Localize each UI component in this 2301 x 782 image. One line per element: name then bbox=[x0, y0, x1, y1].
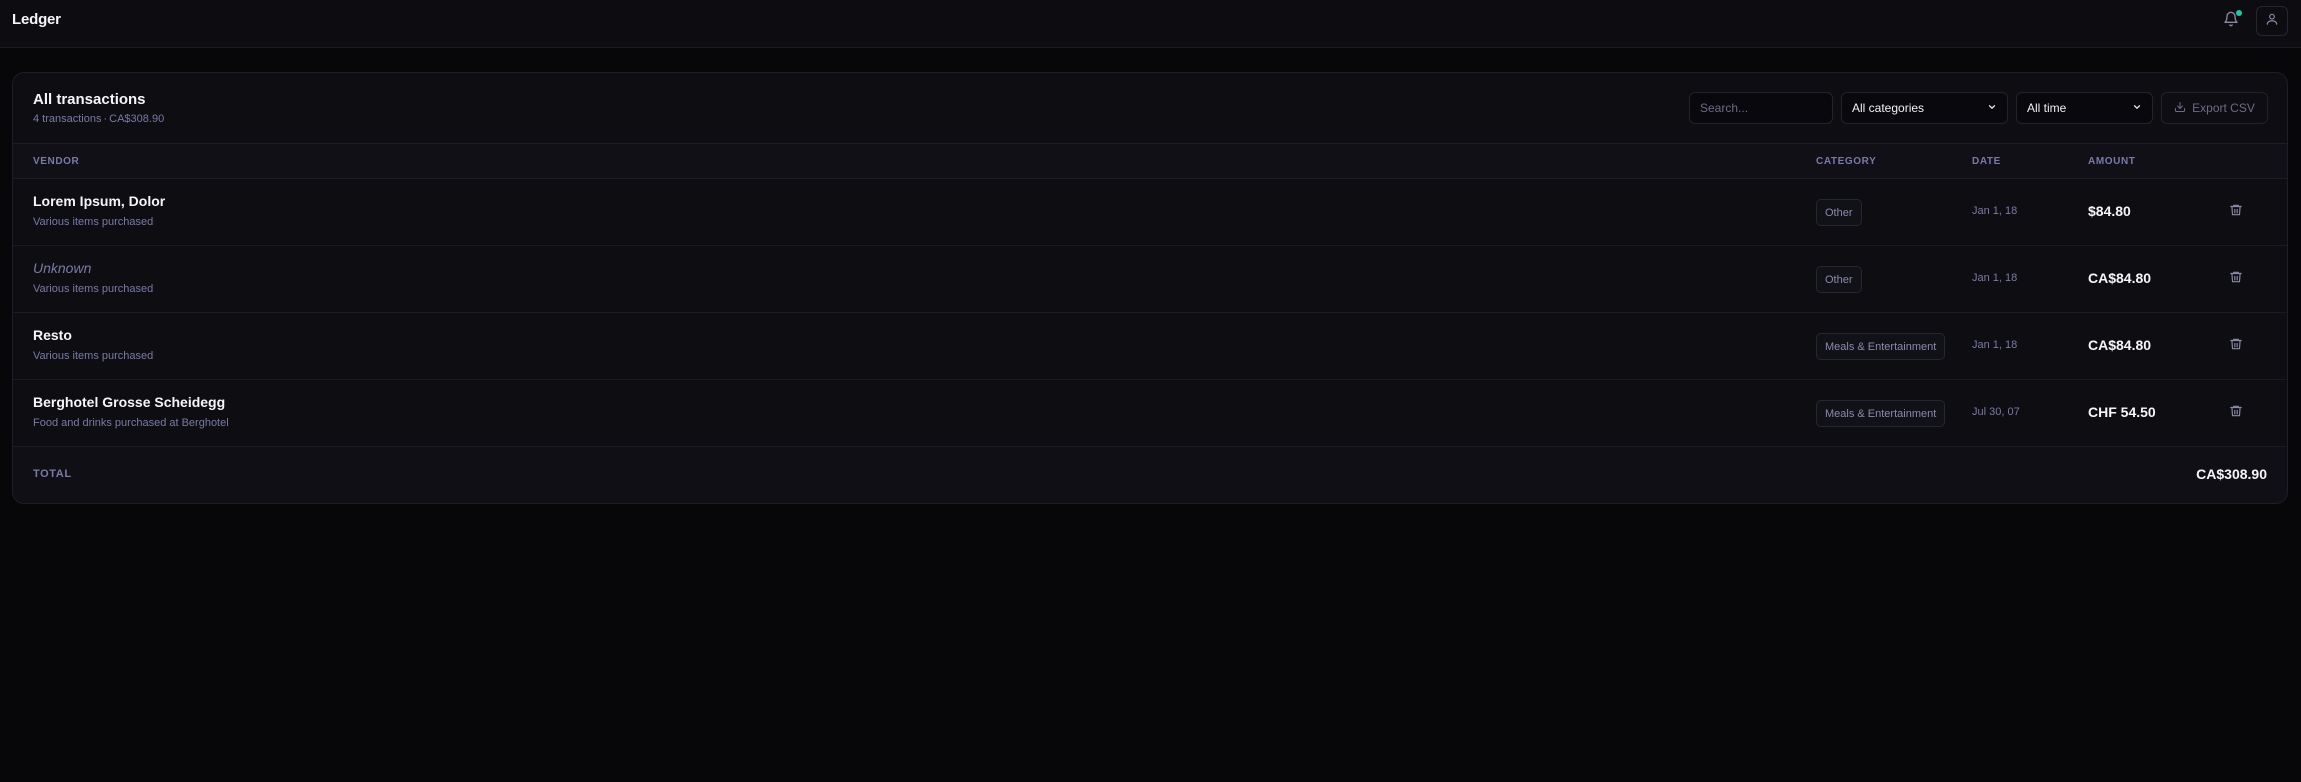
transaction-date: Jul 30, 07 bbox=[1972, 406, 2020, 418]
export-csv-button[interactable]: Export CSV bbox=[2161, 92, 2268, 124]
table-row[interactable]: Berghotel Grosse Scheidegg Food and drin… bbox=[13, 380, 2287, 447]
search-input[interactable] bbox=[1689, 92, 1833, 124]
vendor-name: Resto bbox=[33, 327, 72, 343]
vendor-name: Unknown bbox=[33, 260, 92, 276]
total-value: CA$308.90 bbox=[2196, 466, 2267, 482]
vendor-description: Various items purchased bbox=[33, 216, 154, 228]
table-header: VENDOR CATEGORY DATE AMOUNT bbox=[13, 143, 2287, 179]
trash-icon bbox=[2229, 203, 2243, 222]
transaction-amount: $84.80 bbox=[2088, 203, 2131, 219]
category-filter-value: All categories bbox=[1852, 101, 1925, 115]
trash-icon bbox=[2229, 270, 2243, 289]
notifications-button[interactable] bbox=[2215, 6, 2247, 36]
transaction-amount: CA$84.80 bbox=[2088, 337, 2152, 353]
user-icon bbox=[2265, 12, 2279, 31]
panel-title: All transactions bbox=[33, 91, 146, 108]
category-badge: Other bbox=[1816, 199, 1862, 226]
transaction-count: 4 transactions bbox=[33, 113, 102, 125]
chevron-down-icon bbox=[2132, 101, 2142, 115]
delete-button[interactable] bbox=[2227, 270, 2245, 288]
category-badge: Other bbox=[1816, 266, 1862, 293]
time-filter-value: All time bbox=[2027, 101, 2067, 115]
delete-button[interactable] bbox=[2227, 337, 2245, 355]
total-label: TOTAL bbox=[33, 468, 72, 480]
column-header-amount[interactable]: AMOUNT bbox=[2088, 156, 2135, 167]
transaction-date: Jan 1, 18 bbox=[1972, 272, 2018, 284]
transaction-date: Jan 1, 18 bbox=[1972, 205, 2018, 217]
transactions-panel: All transactions 4 transactions · CA$308.9… bbox=[12, 72, 2288, 504]
vendor-name: Berghotel Grosse Scheidegg bbox=[33, 394, 226, 410]
time-filter-select[interactable]: All time bbox=[2016, 92, 2153, 124]
summary-separator: · bbox=[103, 113, 108, 125]
trash-icon bbox=[2229, 404, 2243, 423]
panel-total: CA$308.90 bbox=[109, 113, 165, 125]
table-row[interactable]: Unknown Various items purchased Other Ja… bbox=[13, 246, 2287, 313]
app-title: Ledger bbox=[12, 11, 61, 28]
trash-icon bbox=[2229, 337, 2243, 356]
transaction-amount: CA$84.80 bbox=[2088, 270, 2152, 286]
delete-button[interactable] bbox=[2227, 404, 2245, 422]
transaction-date: Jan 1, 18 bbox=[1972, 339, 2018, 351]
profile-button[interactable] bbox=[2256, 6, 2288, 36]
category-filter-select[interactable]: All categories bbox=[1841, 92, 2008, 124]
vendor-description: Various items purchased bbox=[33, 283, 154, 295]
table-row[interactable]: Resto Various items purchased Meals & En… bbox=[13, 313, 2287, 380]
category-badge: Meals & Entertainment bbox=[1816, 400, 1946, 427]
table-footer: TOTAL CA$308.90 bbox=[13, 447, 2287, 503]
column-header-vendor[interactable]: VENDOR bbox=[33, 156, 79, 167]
vendor-name: Lorem Ipsum, Dolor bbox=[33, 193, 166, 209]
delete-button[interactable] bbox=[2227, 203, 2245, 221]
top-bar: Ledger bbox=[0, 0, 2301, 48]
transaction-amount: CHF 54.50 bbox=[2088, 404, 2156, 420]
chevron-down-icon bbox=[1987, 101, 1997, 115]
panel-summary: 4 transactions · CA$308.90 bbox=[33, 113, 164, 125]
download-icon bbox=[2174, 101, 2186, 116]
notification-dot bbox=[2236, 10, 2242, 16]
vendor-description: Food and drinks purchased at Berghotel bbox=[33, 417, 229, 429]
category-badge: Meals & Entertainment bbox=[1816, 333, 1946, 360]
export-csv-label: Export CSV bbox=[2192, 101, 2255, 115]
table-row[interactable]: Lorem Ipsum, Dolor Various items purchas… bbox=[13, 179, 2287, 246]
column-header-date[interactable]: DATE bbox=[1972, 156, 2001, 167]
vendor-description: Various items purchased bbox=[33, 350, 154, 362]
column-header-category[interactable]: CATEGORY bbox=[1816, 156, 1876, 167]
